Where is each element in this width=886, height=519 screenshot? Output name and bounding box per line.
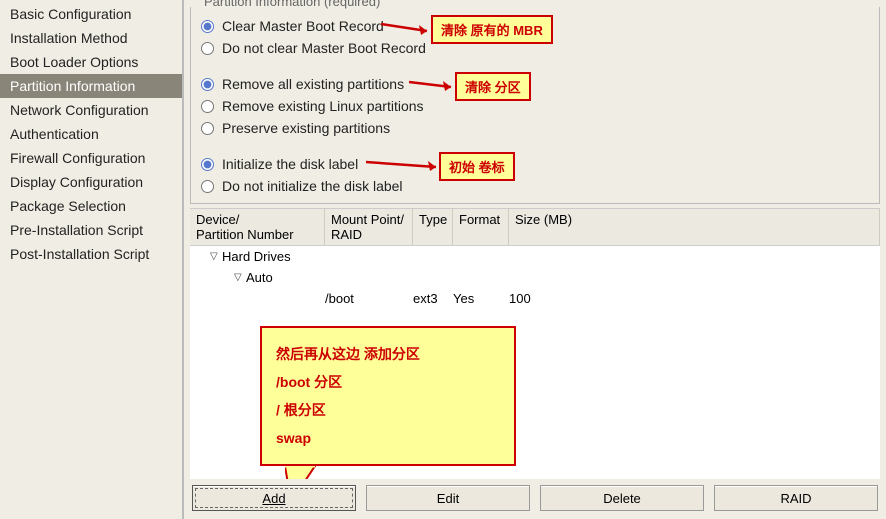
label-noinit-disklabel: Do not initialize the disk label [222,178,403,194]
speech-line4: swap [276,424,500,452]
speech-line2: /boot 分区 [276,368,500,396]
expand-icon[interactable]: ▽ [234,272,246,283]
sidebar-item-prescript[interactable]: Pre-Installation Script [0,218,182,242]
partition-tree[interactable]: ▽ Hard Drives ▽ Auto /boot ext3 Yes 100 … [190,246,880,479]
speech-line3: / 根分区 [276,396,500,424]
table-row[interactable]: /boot ext3 Yes 100 [190,288,880,309]
partition-table-header: Device/ Partition Number Mount Point/ RA… [190,208,880,246]
col-mount[interactable]: Mount Point/ RAID [325,209,413,245]
expand-icon[interactable]: ▽ [210,251,222,262]
edit-button[interactable]: Edit [366,485,530,511]
callout-disklabel: 初始 卷标 [439,152,515,181]
sidebar-item-partition[interactable]: Partition Information [0,74,182,98]
callout-partitions: 清除 分区 [455,72,531,101]
sidebar-item-firewall[interactable]: Firewall Configuration [0,146,182,170]
label-noclear-mbr: Do not clear Master Boot Record [222,40,426,56]
raid-button[interactable]: RAID [714,485,878,511]
tree-label-auto: Auto [246,270,273,285]
speech-tail-icon [285,466,345,479]
sidebar-item-packages[interactable]: Package Selection [0,194,182,218]
radio-noclear-mbr[interactable] [201,42,214,55]
add-button[interactable]: Add [192,485,356,511]
tree-label-hard-drives: Hard Drives [222,249,291,264]
cell-size: 100 [509,291,531,306]
col-type[interactable]: Type [413,209,453,245]
col-format[interactable]: Format [453,209,509,245]
callout-speech: 然后再从这边 添加分区 /boot 分区 / 根分区 swap [260,326,516,466]
label-preserve: Preserve existing partitions [222,120,390,136]
radio-preserve[interactable] [201,122,214,135]
speech-line1: 然后再从这边 添加分区 [276,340,500,368]
partition-groupbox: Clear Master Boot Record Do not clear Ma… [190,7,880,204]
delete-button[interactable]: Delete [540,485,704,511]
sidebar-item-auth[interactable]: Authentication [0,122,182,146]
col-device[interactable]: Device/ Partition Number [190,209,325,245]
radio-clear-mbr[interactable] [201,20,214,33]
radio-noinit-disklabel[interactable] [201,180,214,193]
sidebar-item-display[interactable]: Display Configuration [0,170,182,194]
sidebar-item-network[interactable]: Network Configuration [0,98,182,122]
sidebar-item-postscript[interactable]: Post-Installation Script [0,242,182,266]
radio-remove-linux[interactable] [201,100,214,113]
sidebar-item-basic[interactable]: Basic Configuration [0,2,182,26]
label-remove-all: Remove all existing partitions [222,76,404,92]
sidebar-item-install-method[interactable]: Installation Method [0,26,182,50]
col-size[interactable]: Size (MB) [509,209,880,245]
cell-type: ext3 [413,291,453,306]
cell-mount: /boot [325,291,413,306]
callout-mbr: 清除 原有的 MBR [431,15,553,44]
radio-remove-all[interactable] [201,78,214,91]
label-init-disklabel: Initialize the disk label [222,156,358,172]
label-clear-mbr: Clear Master Boot Record [222,18,384,34]
radio-init-disklabel[interactable] [201,158,214,171]
tree-auto[interactable]: ▽ Auto [190,267,880,288]
button-row: Add Edit Delete RAID [184,479,886,519]
tree-hard-drives[interactable]: ▽ Hard Drives [190,246,880,267]
sidebar-item-bootloader[interactable]: Boot Loader Options [0,50,182,74]
sidebar: Basic Configuration Installation Method … [0,0,184,519]
cell-format: Yes [453,291,509,306]
main-panel: Partition Information (required) Clear M… [184,0,886,519]
label-remove-linux: Remove existing Linux partitions [222,98,424,114]
